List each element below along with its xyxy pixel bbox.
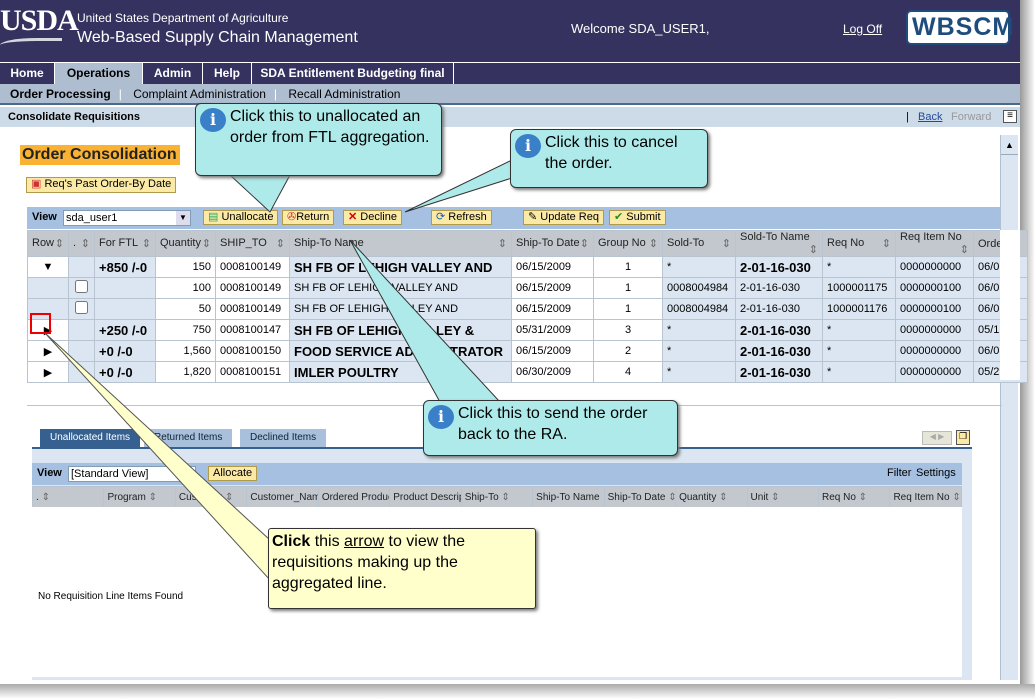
info-icon: i bbox=[428, 405, 454, 429]
callout-unallocate: i Click this to unallocated an order from… bbox=[195, 103, 442, 176]
callout-return-text: Click this to send the order back to the… bbox=[458, 405, 648, 443]
callout-unallocate-text: Click this to unallocated an order from … bbox=[230, 108, 430, 146]
info-icon: i bbox=[200, 108, 226, 132]
note-arrow-word: arrow bbox=[344, 533, 385, 550]
pointer-return bbox=[349, 239, 502, 403]
note-pre: this bbox=[310, 533, 345, 550]
pointer-arrow-note bbox=[44, 332, 271, 582]
pointer-unallocate bbox=[228, 174, 291, 213]
callout-return: i Click this to send the order back to th… bbox=[423, 400, 678, 456]
callout-decline: i Click this to cancel the order. bbox=[510, 129, 708, 188]
note-bold: Click bbox=[272, 533, 311, 550]
callout-decline-text: Click this to cancel the order. bbox=[545, 134, 678, 172]
callout-arrow-note: Click this arrow to view the requisition… bbox=[268, 528, 536, 609]
info-icon: i bbox=[515, 134, 541, 158]
